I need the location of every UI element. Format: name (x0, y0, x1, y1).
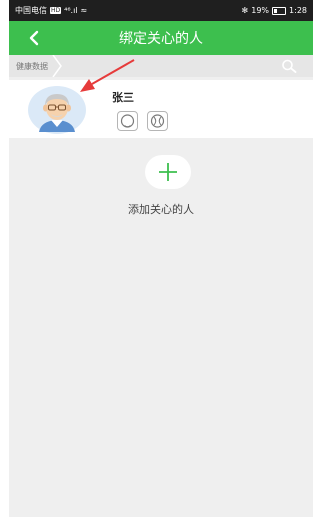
clock-time: 1:28 (289, 6, 307, 15)
person-name: 张三 (112, 91, 134, 104)
signal-icon: ⁴⁶.ıl (64, 6, 78, 15)
breadcrumb-item-health-data[interactable]: 健康数据 (9, 55, 62, 77)
ball-icon (150, 114, 165, 128)
status-bar: 中国电信 HD ⁴⁶.ıl ≈ ✻ 19% 1:28 (9, 0, 313, 21)
carrier-label: 中国电信 (15, 6, 47, 15)
wifi-icon: ≈ (80, 6, 88, 15)
breadcrumb: 健康数据 (9, 55, 313, 77)
app-screen: 中国电信 HD ⁴⁶.ıl ≈ ✻ 19% 1:28 绑定关心的人 健康数据 张… (9, 0, 313, 517)
title-bar: 绑定关心的人 (9, 21, 313, 55)
watch-device-button[interactable] (117, 111, 138, 131)
ball-device-button[interactable] (147, 111, 168, 131)
breadcrumb-label: 健康数据 (16, 61, 48, 71)
plus-icon (159, 163, 177, 181)
battery-percent: 19% (251, 6, 270, 15)
page-title: 绑定关心的人 (119, 31, 203, 47)
search-icon[interactable] (281, 59, 297, 73)
watch-icon (120, 114, 135, 128)
add-person-button[interactable] (145, 155, 191, 189)
chevron-right-icon (52, 55, 62, 77)
add-person-label[interactable]: 添加关心的人 (9, 201, 313, 217)
person-card[interactable]: 张三 (9, 80, 313, 138)
back-arrow-icon[interactable] (27, 30, 41, 46)
battery-icon (272, 6, 287, 15)
bluetooth-icon: ✻ (241, 6, 249, 15)
elderly-avatar[interactable] (27, 85, 87, 135)
hd-badge: HD (50, 7, 62, 14)
